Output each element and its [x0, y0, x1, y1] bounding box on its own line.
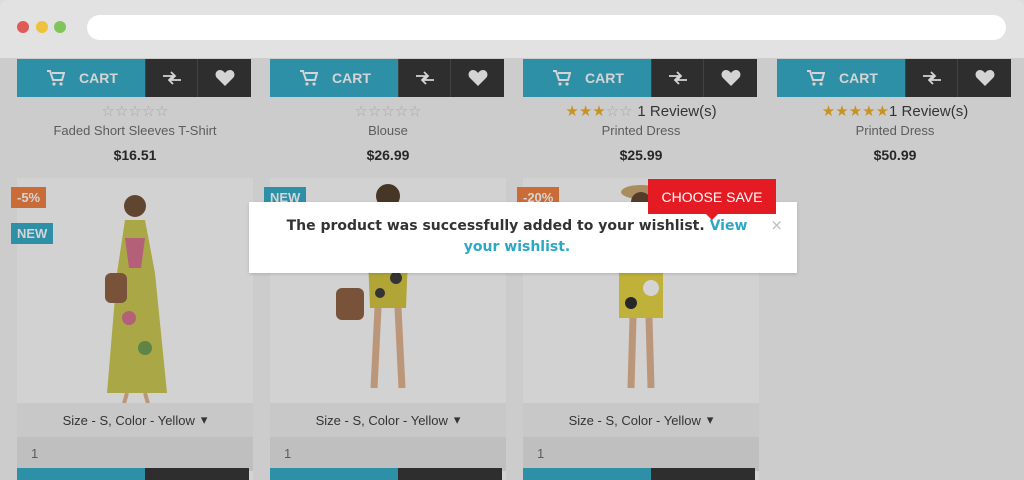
modal-message-text: The product was successfully added to yo…	[286, 218, 705, 234]
modal-message: The product was successfully added to yo…	[277, 216, 757, 258]
close-window-dot[interactable]	[17, 21, 29, 33]
choose-save-tooltip: CHOOSE SAVE	[648, 179, 776, 220]
address-bar[interactable]	[87, 15, 1006, 40]
maximize-window-dot[interactable]	[54, 21, 66, 33]
browser-chrome	[0, 0, 1024, 58]
close-icon[interactable]: ×	[770, 216, 783, 234]
minimize-window-dot[interactable]	[36, 21, 48, 33]
